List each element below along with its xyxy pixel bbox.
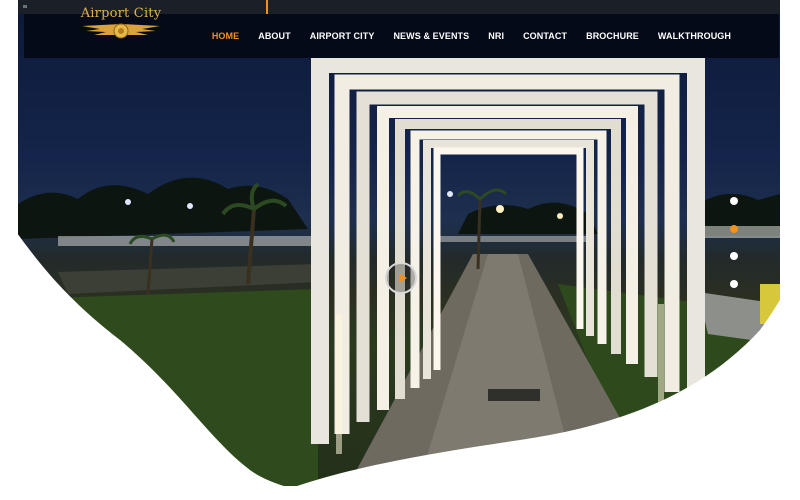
nav-airport-city[interactable]: AIRPORT CITY bbox=[310, 31, 375, 41]
nav-about[interactable]: ABOUT bbox=[258, 31, 291, 41]
main-menu: HOME ABOUT AIRPORT CITY NEWS & EVENTS NR… bbox=[193, 14, 731, 58]
play-video-button[interactable] bbox=[385, 262, 417, 294]
strip-mark bbox=[23, 5, 27, 8]
logo-text: Airport City bbox=[80, 6, 162, 21]
slide-dot-3[interactable] bbox=[730, 252, 738, 260]
slide-dot-1[interactable] bbox=[730, 197, 738, 205]
hero-slide-image bbox=[18, 14, 780, 486]
slide-dot-4[interactable] bbox=[730, 280, 738, 288]
top-navigation: Airport City HOME ABOUT AIRPORT CITY NEW… bbox=[24, 6, 779, 58]
brand-logo[interactable]: Airport City bbox=[76, 6, 166, 50]
slide-dot-2[interactable] bbox=[730, 225, 738, 233]
nav-contact[interactable]: CONTACT bbox=[523, 31, 567, 41]
nav-home[interactable]: HOME bbox=[212, 31, 239, 41]
nav-nri[interactable]: NRI bbox=[488, 31, 504, 41]
strip-accent bbox=[266, 0, 268, 14]
wings-icon bbox=[82, 23, 160, 39]
nav-walkthrough[interactable]: WALKTHROUGH bbox=[658, 31, 731, 41]
play-icon bbox=[399, 273, 407, 283]
nav-brochure[interactable]: BROCHURE bbox=[586, 31, 639, 41]
hero-illustration bbox=[18, 55, 780, 486]
nav-news-events[interactable]: NEWS & EVENTS bbox=[393, 31, 469, 41]
